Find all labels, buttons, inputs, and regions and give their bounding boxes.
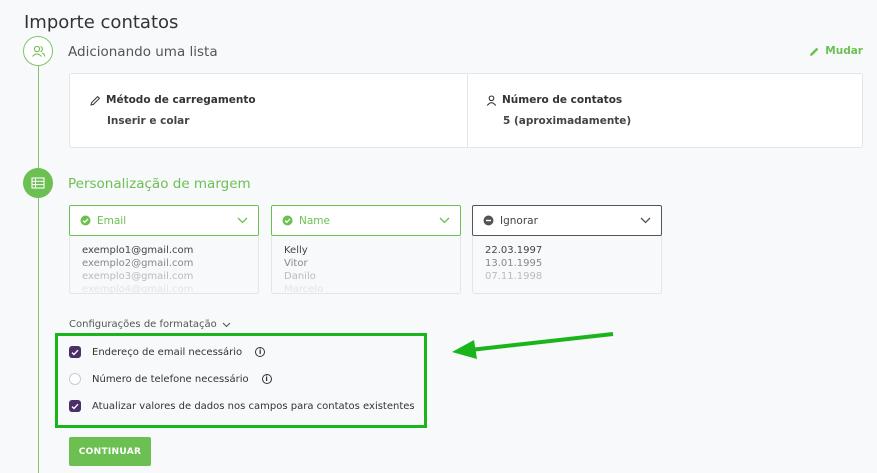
upload-summary: Método de carregamento Inserir e colar N…	[69, 73, 863, 148]
step2-circle	[23, 168, 53, 198]
preview-row: Vitor	[284, 258, 308, 269]
user-icon	[486, 94, 497, 106]
format-settings-label: Configurações de formatação	[69, 319, 217, 330]
divider	[467, 74, 468, 147]
checkbox[interactable]	[69, 373, 81, 385]
users-icon	[31, 45, 45, 57]
check-circle-icon	[282, 215, 293, 226]
column-mapping-email: Email exemplo1@gmail.com exemplo2@gmail.…	[69, 205, 259, 294]
checkbox-email-required: Endereço de email necessário i	[69, 346, 266, 358]
page-title: Importe contatos	[24, 12, 179, 33]
pencil-icon	[810, 47, 819, 56]
info-icon[interactable]: i	[255, 347, 266, 357]
info-icon[interactable]: i	[261, 374, 272, 384]
column-select-name[interactable]: Name	[271, 205, 461, 236]
checkbox-label: Endereço de email necessário	[92, 346, 243, 358]
preview-row: Marcelo	[284, 284, 324, 294]
preview-row: exemplo3@gmail.com	[82, 271, 194, 282]
chevron-down-icon	[237, 217, 248, 224]
check-icon	[71, 403, 79, 409]
table-icon	[31, 177, 45, 189]
pencil-icon	[90, 95, 101, 106]
minus-circle-icon	[483, 215, 494, 226]
preview-row: 07.11.1998	[485, 271, 543, 282]
column-mapping-name: Name Kelly Vitor Danilo Marcelo	[271, 205, 461, 294]
column-select-label: Email	[97, 214, 127, 227]
preview-row: exemplo1@gmail.com	[82, 245, 194, 256]
column-select-label: Name	[299, 214, 330, 227]
upload-method-value: Inserir e colar	[107, 115, 190, 127]
preview-row: 22.03.1997	[485, 245, 543, 256]
check-circle-icon	[80, 215, 91, 226]
change-button[interactable]: Mudar	[809, 45, 863, 57]
step1-title: Adicionando uma lista	[68, 44, 218, 60]
preview-row: exemplo4@gmail.com	[82, 284, 194, 294]
column-preview: 22.03.1997 13.01.1995 07.11.1998	[472, 236, 662, 294]
continue-button[interactable]: CONTINUAR	[69, 437, 151, 466]
column-select-email[interactable]: Email	[69, 205, 259, 236]
checkbox-label: Atualizar valores de dados nos campos pa…	[92, 400, 415, 412]
column-select-ignore[interactable]: Ignorar	[472, 205, 662, 236]
upload-method-label: Método de carregamento	[106, 94, 256, 106]
contact-count-value: 5 (aproximadamente)	[503, 115, 632, 127]
column-preview: Kelly Vitor Danilo Marcelo	[271, 236, 461, 294]
checkbox[interactable]	[69, 346, 81, 358]
annotation-arrow	[452, 332, 614, 359]
step2-title: Personalização de margem	[68, 176, 251, 192]
column-preview: exemplo1@gmail.com exemplo2@gmail.com ex…	[69, 236, 259, 294]
preview-row: 13.01.1995	[485, 258, 543, 269]
checkbox-label: Número de telefone necessário	[92, 373, 249, 385]
checkbox-update-existing: Atualizar valores de dados nos campos pa…	[69, 400, 415, 412]
column-select-label: Ignorar	[500, 214, 538, 227]
stepper-line	[38, 58, 39, 473]
chevron-down-icon	[222, 322, 231, 327]
checkbox-phone-required: Número de telefone necessário i	[69, 373, 272, 385]
step1-circle	[23, 36, 53, 66]
column-mapping-ignore: Ignorar 22.03.1997 13.01.1995 07.11.1998	[472, 205, 662, 294]
format-settings-toggle[interactable]: Configurações de formatação	[69, 319, 231, 330]
check-icon	[71, 349, 79, 355]
preview-row: exemplo2@gmail.com	[82, 258, 194, 269]
preview-row: Danilo	[284, 271, 316, 282]
preview-row: Kelly	[284, 245, 308, 256]
contact-count-label: Número de contatos	[502, 94, 623, 106]
checkbox[interactable]	[69, 400, 81, 412]
chevron-down-icon	[439, 217, 450, 224]
change-label: Mudar	[825, 45, 863, 57]
chevron-down-icon	[640, 217, 651, 224]
